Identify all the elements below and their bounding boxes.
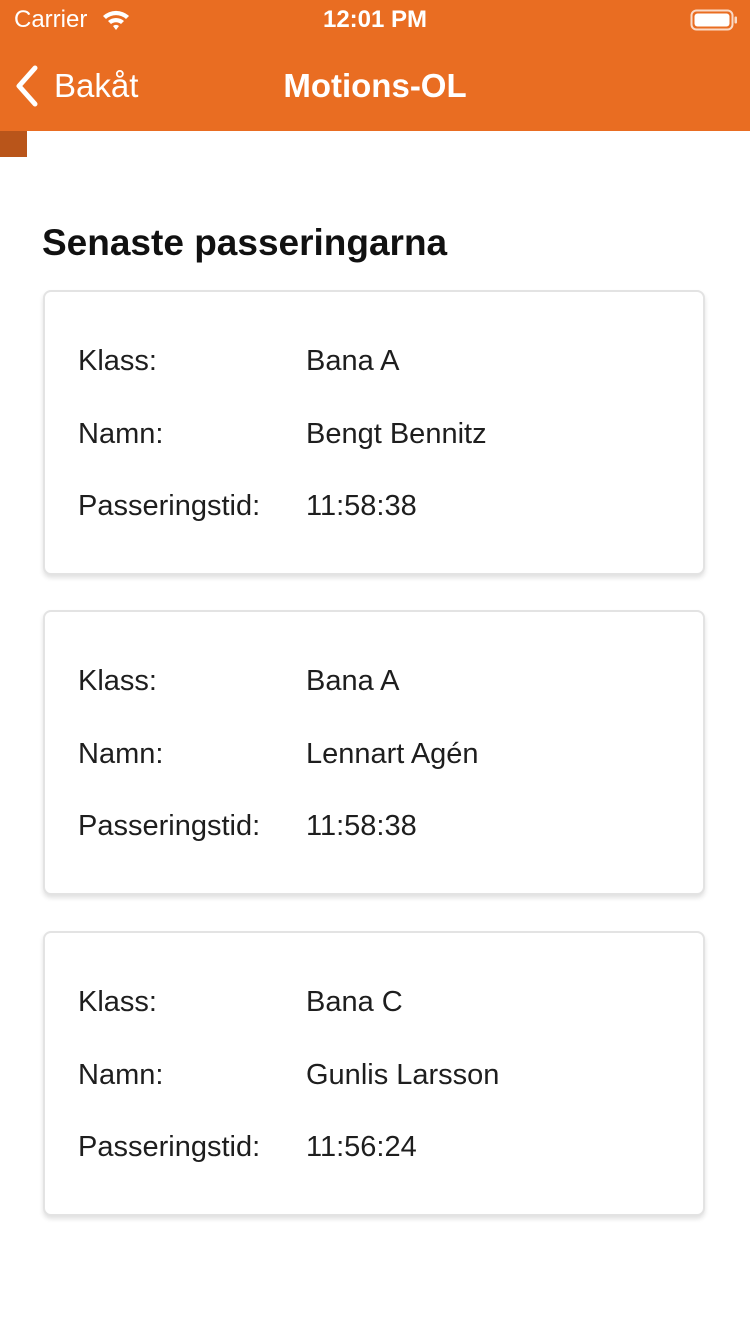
back-button[interactable]: Bakåt (14, 64, 138, 108)
status-bar: Carrier 12:01 PM (0, 0, 750, 40)
section-title: Senaste passeringarna (42, 222, 448, 263)
passing-card: Klass: Bana A Namn: Lennart Agén Passeri… (43, 610, 705, 895)
klass-value: Bana A (306, 345, 400, 377)
battery-icon (690, 8, 738, 32)
namn-value: Bengt Bennitz (306, 418, 487, 450)
klass-value: Bana C (306, 986, 403, 1018)
passeringstid-value: 11:58:38 (306, 810, 417, 842)
passeringstid-label: Passeringstid: (78, 810, 261, 842)
klass-label: Klass: (78, 345, 157, 377)
klass-value: Bana A (306, 665, 400, 697)
namn-label: Namn: (78, 418, 164, 450)
namn-label: Namn: (78, 738, 164, 770)
app-header: Carrier 12:01 PM Bakåt Motions-OL (0, 0, 750, 131)
namn-label: Namn: (78, 1059, 164, 1091)
back-button-label: Bakåt (54, 67, 139, 104)
status-time: 12:01 PM (322, 6, 428, 33)
chevron-left-icon (14, 64, 40, 108)
namn-value: Lennart Agén (306, 738, 479, 770)
passing-card: Klass: Bana A Namn: Bengt Bennitz Passer… (43, 290, 705, 575)
klass-label: Klass: (78, 665, 157, 697)
passeringstid-label: Passeringstid: (78, 1131, 261, 1163)
accent-tab (0, 131, 27, 157)
navigation-bar: Bakåt Motions-OL (0, 40, 750, 131)
passeringstid-value: 11:58:38 (306, 490, 417, 522)
passeringstid-label: Passeringstid: (78, 490, 261, 522)
passeringstid-value: 11:56:24 (306, 1131, 417, 1163)
klass-label: Klass: (78, 986, 157, 1018)
namn-value: Gunlis Larsson (306, 1059, 500, 1091)
passing-card: Klass: Bana C Namn: Gunlis Larsson Passe… (43, 931, 705, 1216)
